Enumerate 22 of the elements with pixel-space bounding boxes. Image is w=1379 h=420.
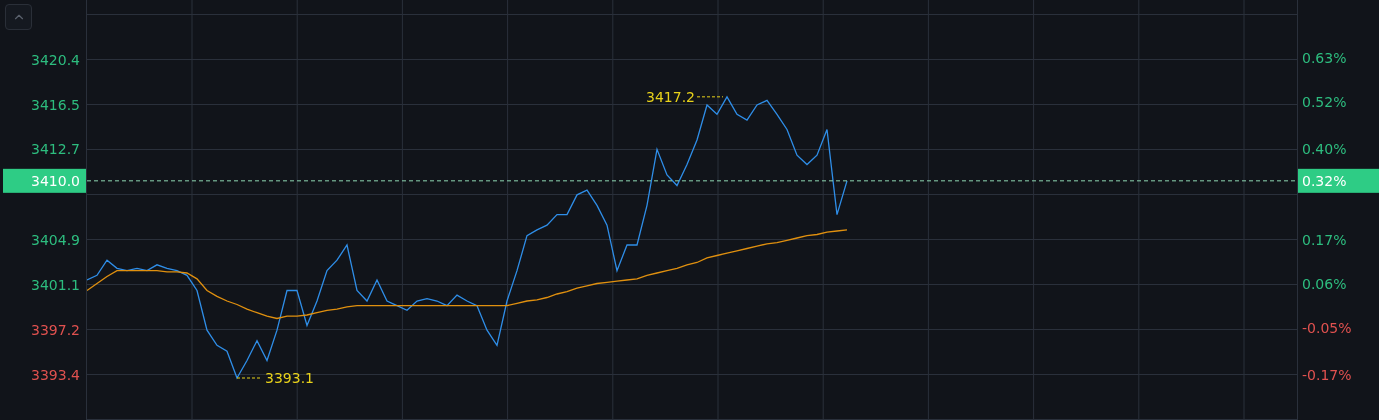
- collapse-button[interactable]: [5, 4, 32, 30]
- price-tag: 3410.0: [3, 168, 87, 193]
- annotation-label: 3417.2: [646, 88, 695, 105]
- axis-label: 3416.5: [31, 97, 80, 113]
- axis-label: 3393.4: [31, 366, 80, 383]
- ref-line-label: 3410.0: [31, 172, 80, 189]
- annotation-label: 3393.1: [265, 370, 314, 386]
- axis-label: -0.17%: [1302, 367, 1352, 384]
- axis-label: 0.17%: [1302, 232, 1347, 249]
- axis-label: 0.63%: [1302, 49, 1347, 66]
- axis-label: -0.05%: [1302, 319, 1352, 336]
- axis-label: 3420.4: [31, 51, 80, 68]
- leader-line: [236, 377, 262, 379]
- leader-line: [696, 96, 724, 98]
- axis-label: 0.52%: [1302, 93, 1347, 110]
- axis-label: 0.06%: [1302, 275, 1347, 292]
- axis-label: 0.40%: [1302, 141, 1347, 158]
- axis-label: 3397.2: [31, 322, 80, 339]
- axis-label: 3401.1: [31, 276, 80, 293]
- axis-label: 3412.7: [31, 141, 80, 158]
- change-tag: 0.32%: [1298, 168, 1379, 193]
- axis-label: 3404.9: [31, 232, 80, 249]
